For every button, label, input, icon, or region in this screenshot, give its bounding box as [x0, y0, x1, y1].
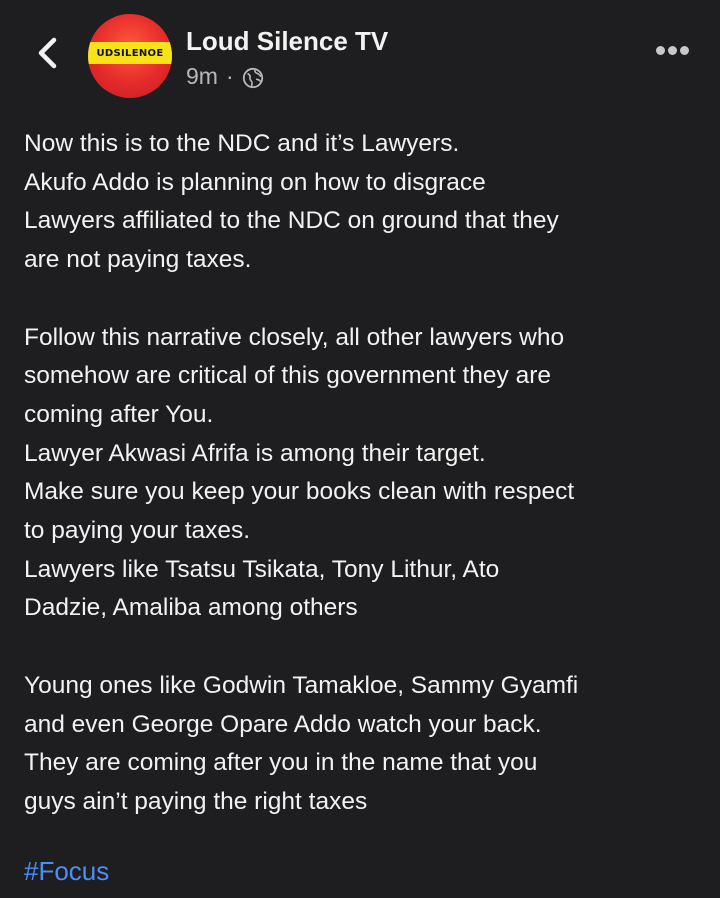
post-line: and even George Opare Addo watch your ba… — [24, 710, 542, 738]
post-line: are not paying taxes. — [24, 246, 252, 274]
post-line: Lawyers affiliated to the NDC on ground … — [24, 207, 559, 235]
avatar-logo-band: UDSILENOE — [88, 42, 172, 64]
post-line: Now this is to the NDC and it’s Lawyers. — [24, 130, 460, 157]
post-text: Now this is to the NDC and it’s Lawyers.… — [24, 125, 704, 822]
post-line: Young ones like Godwin Tamakloe, Sammy G… — [24, 671, 579, 699]
chevron-left-icon — [38, 37, 57, 69]
globe-icon — [242, 67, 263, 88]
post-line: Make sure you keep your books clean with… — [24, 478, 575, 506]
post-line: Lawyers like Tsatsu Tsikata, Tony Lithur… — [24, 555, 500, 583]
post-line: Akufo Addo is planning on how to disgrac… — [24, 168, 486, 196]
post-line: Dadzie, Amaliba among others — [24, 594, 358, 622]
hashtag-link[interactable]: #Focus — [24, 856, 109, 887]
post-timestamp[interactable]: 9m — [186, 63, 218, 90]
more-dots-icon — [668, 46, 677, 55]
post-header: UDSILENOE Loud Silence TV 9m · — [0, 0, 720, 110]
back-button[interactable] — [30, 30, 66, 76]
post-line: They are coming after you in the name th… — [24, 749, 538, 777]
post-line: to paying your taxes. — [24, 517, 251, 545]
post-line: somehow are critical of this government … — [24, 362, 551, 390]
post-line: Lawyer Akwasi Afrifa is among their targ… — [24, 439, 486, 467]
meta-separator: · — [225, 63, 234, 89]
more-dots-icon — [680, 46, 689, 55]
post-line: guys ain’t paying the right taxes — [24, 787, 368, 815]
more-dots-icon — [656, 46, 665, 55]
more-options-button[interactable] — [656, 44, 690, 58]
avatar[interactable]: UDSILENOE — [88, 14, 172, 98]
post-meta: 9m · — [186, 63, 264, 90]
page-name[interactable]: Loud Silence TV — [186, 26, 388, 57]
post-line: Follow this narrative closely, all other… — [24, 323, 565, 351]
post-line: coming after You. — [24, 400, 214, 428]
avatar-logo-text: UDSILENOE — [96, 47, 164, 59]
